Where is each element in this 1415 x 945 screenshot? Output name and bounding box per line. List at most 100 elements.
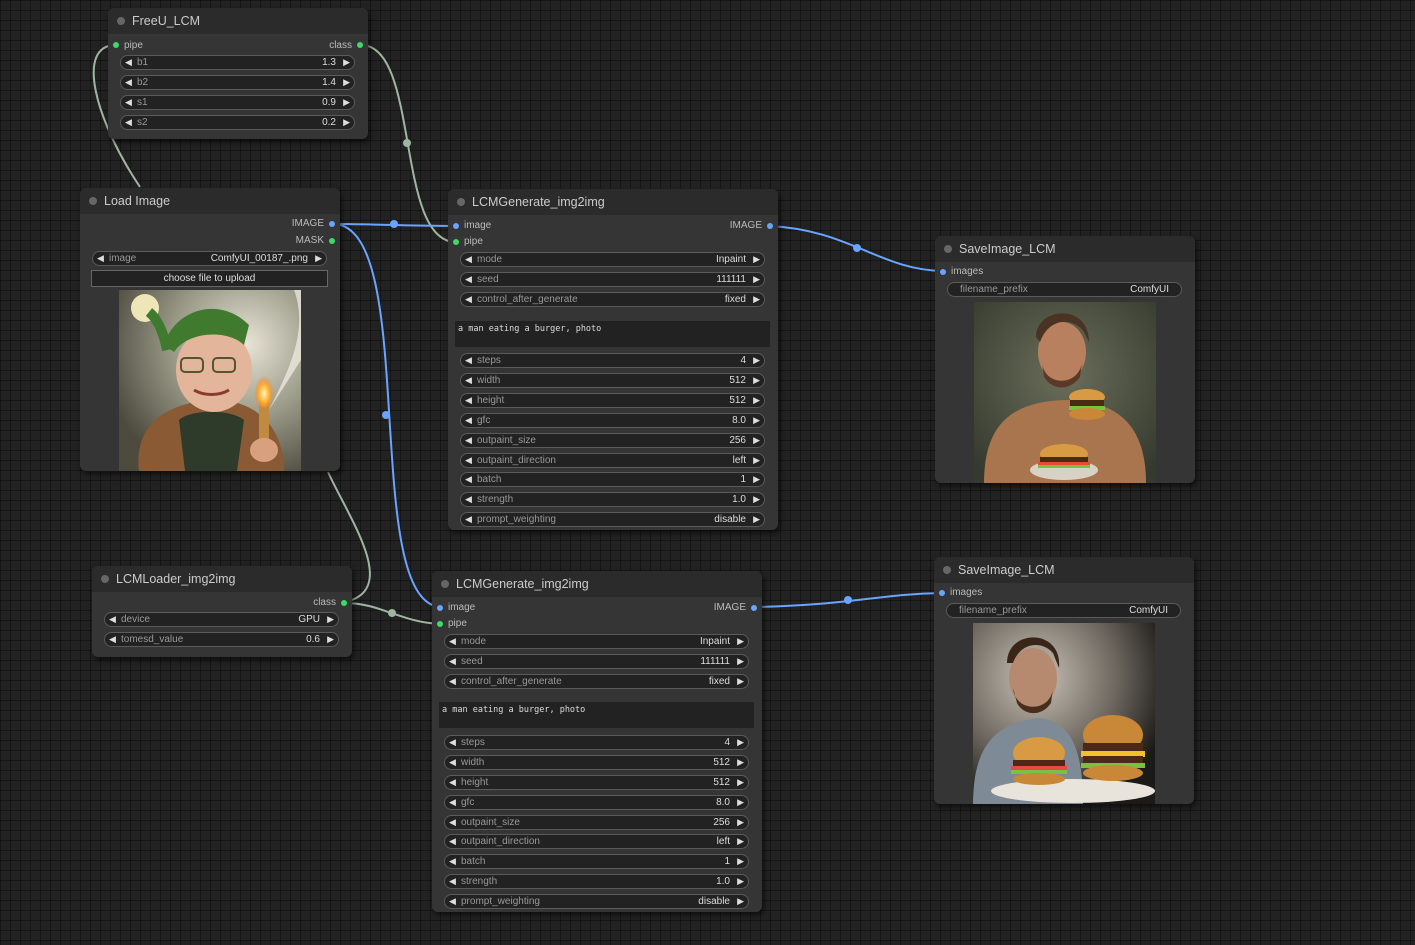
collapse-dot-icon[interactable] (441, 580, 449, 588)
decrement-arrow-icon[interactable]: ◀ (449, 655, 456, 668)
decrement-arrow-icon[interactable]: ◀ (125, 96, 132, 109)
prompt-textarea[interactable]: a man eating a burger, photo (439, 702, 754, 728)
save-image-node-1[interactable]: SaveImage_LCM images filename_prefix Com… (935, 236, 1195, 483)
node-title[interactable]: SaveImage_LCM (935, 236, 1195, 262)
load-image-node[interactable]: Load Image IMAGE MASK ◀ image ComfyUI_00… (80, 188, 340, 471)
batch-widget[interactable]: ◀ batch 1 ▶ (444, 854, 749, 869)
outpaint-size-widget[interactable]: ◀ outpaint_size 256 ▶ (460, 433, 765, 448)
b2-widget[interactable]: ◀ b2 1.4 ▶ (120, 75, 355, 90)
gfc-widget[interactable]: ◀ gfc 8.0 ▶ (444, 795, 749, 810)
prompt-weighting-widget[interactable]: ◀ prompt_weighting disable ▶ (444, 894, 749, 909)
image-select-widget[interactable]: ◀ image ComfyUI_00187_.png ▶ (92, 251, 327, 266)
prompt-weighting-widget[interactable]: ◀ prompt_weighting disable ▶ (460, 512, 765, 527)
increment-arrow-icon[interactable]: ▶ (753, 273, 760, 286)
increment-arrow-icon[interactable]: ▶ (753, 434, 760, 447)
image-input-dot-icon[interactable] (437, 605, 443, 611)
decrement-arrow-icon[interactable]: ◀ (449, 875, 456, 888)
collapse-dot-icon[interactable] (457, 198, 465, 206)
increment-arrow-icon[interactable]: ▶ (343, 56, 350, 69)
width-widget[interactable]: ◀ width 512 ▶ (460, 373, 765, 388)
height-widget[interactable]: ◀ height 512 ▶ (444, 775, 749, 790)
pipe-input-dot-icon[interactable] (437, 621, 443, 627)
increment-arrow-icon[interactable]: ▶ (737, 855, 744, 868)
decrement-arrow-icon[interactable]: ◀ (449, 736, 456, 749)
decrement-arrow-icon[interactable]: ◀ (449, 776, 456, 789)
control-after-generate-widget[interactable]: ◀ control_after_generate fixed ▶ (444, 674, 749, 689)
increment-arrow-icon[interactable]: ▶ (753, 493, 760, 506)
decrement-arrow-icon[interactable]: ◀ (465, 273, 472, 286)
decrement-arrow-icon[interactable]: ◀ (465, 374, 472, 387)
next-arrow-icon[interactable]: ▶ (753, 513, 760, 526)
decrement-arrow-icon[interactable]: ◀ (449, 756, 456, 769)
increment-arrow-icon[interactable]: ▶ (753, 374, 760, 387)
collapse-dot-icon[interactable] (117, 17, 125, 25)
height-widget[interactable]: ◀ height 512 ▶ (460, 393, 765, 408)
next-arrow-icon[interactable]: ▶ (753, 253, 760, 266)
collapse-dot-icon[interactable] (101, 575, 109, 583)
next-arrow-icon[interactable]: ▶ (753, 293, 760, 306)
decrement-arrow-icon[interactable]: ◀ (449, 816, 456, 829)
tomesd-widget[interactable]: ◀ tomesd_value 0.6 ▶ (104, 632, 339, 647)
next-arrow-icon[interactable]: ▶ (737, 835, 744, 848)
previous-arrow-icon[interactable]: ◀ (449, 635, 456, 648)
collapse-dot-icon[interactable] (943, 566, 951, 574)
previous-arrow-icon[interactable]: ◀ (449, 895, 456, 908)
previous-arrow-icon[interactable]: ◀ (449, 835, 456, 848)
lcm-generate-node-1[interactable]: LCMGenerate_img2img image pipe IMAGE ◀ m… (448, 189, 778, 530)
steps-widget[interactable]: ◀ steps 4 ▶ (444, 735, 749, 750)
b1-widget[interactable]: ◀ b1 1.3 ▶ (120, 55, 355, 70)
node-title[interactable]: LCMLoader_img2img (92, 566, 352, 592)
strength-widget[interactable]: ◀ strength 1.0 ▶ (460, 492, 765, 507)
increment-arrow-icon[interactable]: ▶ (737, 875, 744, 888)
decrement-arrow-icon[interactable]: ◀ (465, 354, 472, 367)
previous-arrow-icon[interactable]: ◀ (465, 513, 472, 526)
increment-arrow-icon[interactable]: ▶ (737, 655, 744, 668)
decrement-arrow-icon[interactable]: ◀ (465, 434, 472, 447)
mode-widget[interactable]: ◀ mode Inpaint ▶ (444, 634, 749, 649)
collapse-dot-icon[interactable] (944, 245, 952, 253)
next-arrow-icon[interactable]: ▶ (327, 613, 334, 626)
strength-widget[interactable]: ◀ strength 1.0 ▶ (444, 874, 749, 889)
previous-arrow-icon[interactable]: ◀ (465, 293, 472, 306)
decrement-arrow-icon[interactable]: ◀ (465, 493, 472, 506)
s2-widget[interactable]: ◀ s2 0.2 ▶ (120, 115, 355, 130)
decrement-arrow-icon[interactable]: ◀ (125, 116, 132, 129)
increment-arrow-icon[interactable]: ▶ (327, 633, 334, 646)
seed-widget[interactable]: ◀ seed 111111 ▶ (444, 654, 749, 669)
lcm-loader-node[interactable]: LCMLoader_img2img class ◀ device GPU ▶ ◀… (92, 566, 352, 657)
s1-widget[interactable]: ◀ s1 0.9 ▶ (120, 95, 355, 110)
decrement-arrow-icon[interactable]: ◀ (125, 76, 132, 89)
increment-arrow-icon[interactable]: ▶ (753, 394, 760, 407)
previous-arrow-icon[interactable]: ◀ (449, 675, 456, 688)
gfc-widget[interactable]: ◀ gfc 8.0 ▶ (460, 413, 765, 428)
width-widget[interactable]: ◀ width 512 ▶ (444, 755, 749, 770)
steps-widget[interactable]: ◀ steps 4 ▶ (460, 353, 765, 368)
increment-arrow-icon[interactable]: ▶ (753, 473, 760, 486)
device-widget[interactable]: ◀ device GPU ▶ (104, 612, 339, 627)
increment-arrow-icon[interactable]: ▶ (753, 414, 760, 427)
images-input-dot-icon[interactable] (939, 590, 945, 596)
next-arrow-icon[interactable]: ▶ (753, 454, 760, 467)
increment-arrow-icon[interactable]: ▶ (737, 796, 744, 809)
previous-arrow-icon[interactable]: ◀ (465, 253, 472, 266)
image-output-dot-icon[interactable] (767, 223, 773, 229)
filename-prefix-widget[interactable]: filename_prefix ComfyUI (947, 282, 1182, 297)
class-output-dot-icon[interactable] (341, 600, 347, 606)
next-arrow-icon[interactable]: ▶ (737, 675, 744, 688)
decrement-arrow-icon[interactable]: ◀ (465, 414, 472, 427)
seed-widget[interactable]: ◀ seed 111111 ▶ (460, 272, 765, 287)
prompt-textarea[interactable]: a man eating a burger, photo (455, 321, 770, 347)
control-after-generate-widget[interactable]: ◀ control_after_generate fixed ▶ (460, 292, 765, 307)
batch-widget[interactable]: ◀ batch 1 ▶ (460, 472, 765, 487)
outpaint-direction-widget[interactable]: ◀ outpaint_direction left ▶ (444, 834, 749, 849)
pipe-input-dot-icon[interactable] (113, 42, 119, 48)
decrement-arrow-icon[interactable]: ◀ (109, 633, 116, 646)
decrement-arrow-icon[interactable]: ◀ (465, 473, 472, 486)
image-input-dot-icon[interactable] (453, 223, 459, 229)
increment-arrow-icon[interactable]: ▶ (343, 96, 350, 109)
previous-arrow-icon[interactable]: ◀ (465, 454, 472, 467)
decrement-arrow-icon[interactable]: ◀ (449, 855, 456, 868)
images-input-dot-icon[interactable] (940, 269, 946, 275)
choose-file-button[interactable]: choose file to upload (91, 270, 328, 287)
node-title[interactable]: SaveImage_LCM (934, 557, 1194, 583)
